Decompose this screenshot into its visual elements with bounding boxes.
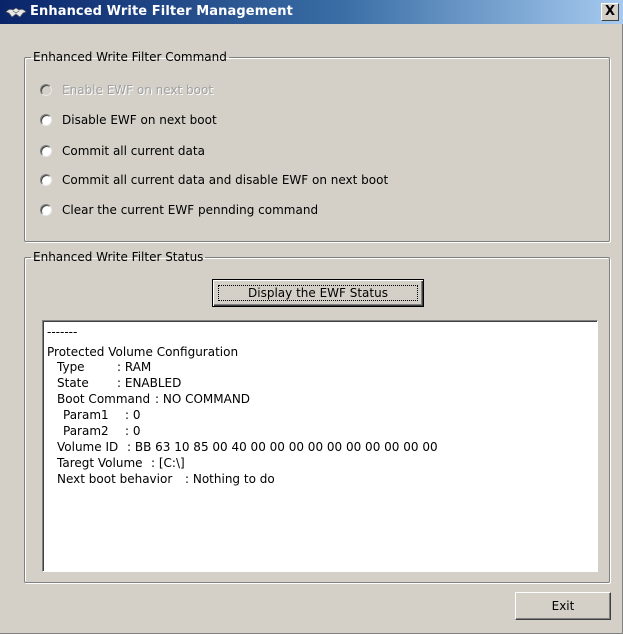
focus-rect bbox=[218, 285, 418, 301]
command-group-title: Enhanced Write Filter Command bbox=[33, 50, 227, 64]
status-value: : BB 63 10 85 00 40 00 00 00 00 00 00 00… bbox=[127, 440, 438, 454]
status-group-title: Enhanced Write Filter Status bbox=[33, 250, 204, 264]
window-title: Enhanced Write Filter Management bbox=[30, 4, 293, 19]
status-value: : Nothing to do bbox=[185, 472, 275, 486]
status-value: : ENABLED bbox=[117, 376, 182, 390]
status-key: Param2 bbox=[63, 424, 109, 438]
status-value: : RAM bbox=[117, 360, 152, 374]
ewf-management-window: Enhanced Write Filter Management X Enhan… bbox=[0, 0, 623, 634]
radio-button[interactable] bbox=[40, 174, 52, 186]
status-key: State bbox=[57, 376, 89, 390]
status-value: : [C:\] bbox=[151, 456, 185, 470]
close-button[interactable]: X bbox=[601, 3, 619, 21]
radio-commit-data[interactable]: Commit all current data bbox=[40, 142, 205, 160]
radio-enable-ewf[interactable]: Enable EWF on next boot bbox=[40, 81, 213, 99]
status-key: Taregt Volume bbox=[57, 456, 143, 470]
radio-label: Enable EWF on next boot bbox=[62, 83, 214, 97]
status-value: : NO COMMAND bbox=[155, 392, 251, 406]
display-ewf-status-button[interactable]: Display the EWF Status bbox=[212, 279, 424, 307]
radio-button[interactable] bbox=[40, 114, 52, 126]
exit-label: Exit bbox=[551, 599, 575, 613]
status-heading: Protected Volume Configuration bbox=[47, 345, 239, 359]
status-key: Type bbox=[57, 360, 85, 374]
ewf-app-icon bbox=[5, 7, 27, 18]
radio-commit-and-disable[interactable]: Commit all current data and disable EWF … bbox=[40, 171, 388, 189]
radio-disable-ewf[interactable]: Disable EWF on next boot bbox=[40, 111, 217, 129]
radio-button[interactable] bbox=[40, 145, 52, 157]
radio-label: Disable EWF on next boot bbox=[62, 113, 217, 127]
status-value: : 0 bbox=[125, 408, 141, 422]
exit-button[interactable]: Exit bbox=[515, 592, 611, 620]
radio-button[interactable] bbox=[40, 84, 52, 96]
close-icon: X bbox=[604, 4, 616, 19]
status-key: Next boot behavior bbox=[57, 472, 173, 486]
status-key: Volume ID bbox=[57, 440, 119, 454]
status-key: Param1 bbox=[63, 408, 109, 422]
status-separator: ------- bbox=[47, 325, 78, 339]
status-key: Boot Command bbox=[57, 392, 151, 406]
radio-button[interactable] bbox=[40, 204, 52, 216]
status-value: : 0 bbox=[125, 424, 141, 438]
title-bar[interactable]: Enhanced Write Filter Management X bbox=[0, 0, 623, 24]
status-output-box[interactable]: ------- Protected Volume Configuration T… bbox=[42, 320, 598, 572]
radio-label: Clear the current EWF pennding command bbox=[62, 203, 319, 217]
radio-clear-pending[interactable]: Clear the current EWF pennding command bbox=[40, 201, 318, 219]
radio-label: Commit all current data bbox=[62, 144, 205, 158]
radio-label: Commit all current data and disable EWF … bbox=[62, 173, 389, 187]
